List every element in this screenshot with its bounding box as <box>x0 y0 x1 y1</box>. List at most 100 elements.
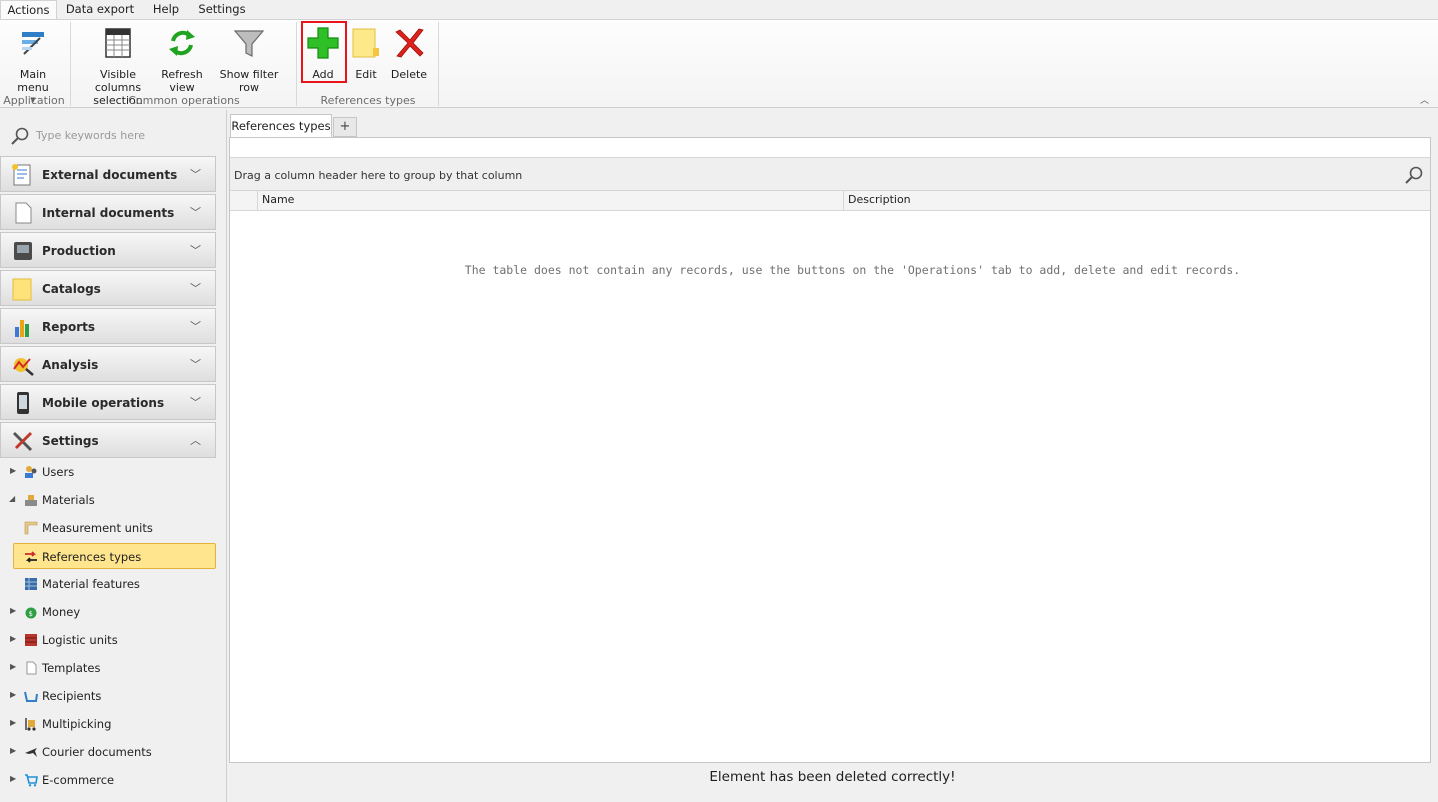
folder-icon <box>10 277 36 301</box>
grid-panel: Drag a column header here to group by th… <box>229 137 1431 763</box>
chevron-down-icon: ﹀ <box>190 358 201 371</box>
search-box[interactable]: Type keywords here <box>8 124 208 146</box>
tree-item-templates[interactable]: ▶ Templates <box>0 656 216 680</box>
filter-funnel-icon <box>232 26 266 60</box>
column-header-name[interactable]: Name <box>257 191 843 210</box>
expand-arrow-icon[interactable]: ▶ <box>10 634 16 643</box>
bar-chart-icon <box>10 315 36 339</box>
refresh-label-1: Refresh <box>161 68 203 81</box>
arrows-icon <box>24 550 38 564</box>
add-button-highlight <box>301 21 347 83</box>
expand-arrow-icon[interactable]: ▶ <box>10 774 16 783</box>
nav-group-settings[interactable]: Settings ︿ <box>0 422 216 458</box>
refresh-icon <box>165 26 199 60</box>
expand-arrow-icon[interactable]: ▶ <box>10 662 16 671</box>
tree-item-logistic-units[interactable]: ▶ Logistic units <box>0 628 216 652</box>
search-icon <box>10 126 30 149</box>
main-content: References types + Drag a column header … <box>227 110 1438 802</box>
row-indicator-header <box>230 191 257 210</box>
group-label-application: Application <box>3 94 65 107</box>
nav-group-internal-documents[interactable]: Internal documents ﹀ <box>0 194 216 230</box>
tree-item-multipicking[interactable]: ▶ Multipicking <box>0 712 216 736</box>
expand-arrow-icon[interactable]: ▶ <box>10 690 16 699</box>
svg-text:$: $ <box>29 610 33 618</box>
search-icon[interactable] <box>1404 165 1424 185</box>
mobile-phone-icon <box>10 391 36 415</box>
edit-document-icon <box>349 26 383 60</box>
delete-button[interactable]: Delete <box>388 22 430 90</box>
tab-help[interactable]: Help <box>146 0 186 20</box>
tools-icon <box>10 429 36 453</box>
tree-item-references-types[interactable]: References types <box>13 543 216 569</box>
chevron-up-icon: ︿ <box>190 434 201 447</box>
group-by-panel[interactable]: Drag a column header here to group by th… <box>230 157 1430 191</box>
tree-item-e-commerce[interactable]: ▶ E-commerce <box>0 768 216 792</box>
ruler-icon <box>24 521 38 535</box>
ribbon-separator <box>438 22 439 106</box>
tab-references-types[interactable]: References types <box>230 114 332 138</box>
add-tab-button[interactable]: + <box>333 117 357 137</box>
analysis-icon <box>10 353 36 377</box>
refresh-label-2: view <box>169 81 195 94</box>
nav-group-external-documents[interactable]: External documents ﹀ <box>0 156 216 192</box>
template-icon <box>24 661 38 675</box>
status-message: Element has been deleted correctly! <box>709 769 956 785</box>
empty-table-message: The table does not contain any records, … <box>464 263 1241 277</box>
column-header-row: Name Description <box>230 191 1430 211</box>
tree-item-materials[interactable]: ◢ Materials <box>0 488 216 512</box>
document-list-icon <box>10 163 36 187</box>
tree-item-material-features[interactable]: Material features <box>0 572 216 596</box>
nav-group-production[interactable]: Production ﹀ <box>0 232 216 268</box>
tree-item-money[interactable]: ▶ $ Money <box>0 600 216 624</box>
refresh-view-button[interactable]: Refresh view <box>158 22 206 94</box>
chevron-down-icon: ﹀ <box>190 282 201 295</box>
forklift-icon <box>24 717 38 731</box>
money-bag-icon: $ <box>24 605 38 619</box>
nav-group-reports[interactable]: Reports ﹀ <box>0 308 216 344</box>
tree-item-recipients[interactable]: ▶ Recipients <box>0 684 216 708</box>
tree-item-courier-documents[interactable]: ▶ Courier documents <box>0 740 216 764</box>
table-columns-icon <box>101 26 135 60</box>
group-label-references-types: References types <box>320 94 416 107</box>
ribbon-separator <box>296 22 297 106</box>
tree-item-measurement-units[interactable]: Measurement units <box>0 516 216 540</box>
navigation-sidebar: Type keywords here External documents ﹀ … <box>0 110 224 802</box>
ribbon-tab-bar: Actions Data export Help Settings <box>0 0 1438 20</box>
nav-group-catalogs[interactable]: Catalogs ﹀ <box>0 270 216 306</box>
expand-arrow-icon[interactable]: ▶ <box>10 718 16 727</box>
show-filter-row-button[interactable]: Show filter row <box>209 22 289 94</box>
ribbon: Main menu ▼ Application Visible columns s… <box>0 19 1438 108</box>
expand-arrow-icon[interactable]: ▶ <box>10 746 16 755</box>
tab-data-export[interactable]: Data export <box>60 0 140 20</box>
tab-settings[interactable]: Settings <box>194 0 250 20</box>
plane-icon <box>24 745 38 759</box>
nav-group-analysis[interactable]: Analysis ﹀ <box>0 346 216 382</box>
machine-icon <box>10 239 36 263</box>
search-input[interactable]: Type keywords here <box>36 129 145 142</box>
tree-item-users[interactable]: ▶ Users <box>0 460 216 484</box>
main-menu-button[interactable]: Main menu ▼ <box>3 22 63 104</box>
collapse-ribbon-icon[interactable]: ︿ <box>1420 93 1430 106</box>
users-icon <box>24 465 38 479</box>
expand-arrow-icon[interactable]: ▶ <box>10 466 16 475</box>
collapse-arrow-icon[interactable]: ◢ <box>9 494 15 503</box>
cart-icon <box>24 773 38 787</box>
main-menu-icon <box>16 26 50 60</box>
nav-group-mobile-operations[interactable]: Mobile operations ﹀ <box>0 384 216 420</box>
delete-x-icon <box>392 26 426 60</box>
group-label-common-operations: Common operations <box>128 94 240 107</box>
expand-arrow-icon[interactable]: ▶ <box>10 606 16 615</box>
grid-icon <box>24 577 38 591</box>
chevron-down-icon: ﹀ <box>190 206 201 219</box>
blank-document-icon <box>10 201 36 225</box>
chevron-down-icon: ﹀ <box>190 320 201 333</box>
tab-actions[interactable]: Actions <box>0 0 57 20</box>
ribbon-separator <box>70 22 71 106</box>
column-header-description[interactable]: Description <box>843 191 1430 210</box>
visible-columns-button[interactable]: Visible columns selection <box>80 22 156 107</box>
group-by-hint: Drag a column header here to group by th… <box>234 169 523 182</box>
edit-button[interactable]: Edit <box>348 22 384 90</box>
materials-icon <box>24 493 38 507</box>
chevron-down-icon: ﹀ <box>190 396 201 409</box>
visible-columns-label-1: Visible columns <box>94 68 142 94</box>
